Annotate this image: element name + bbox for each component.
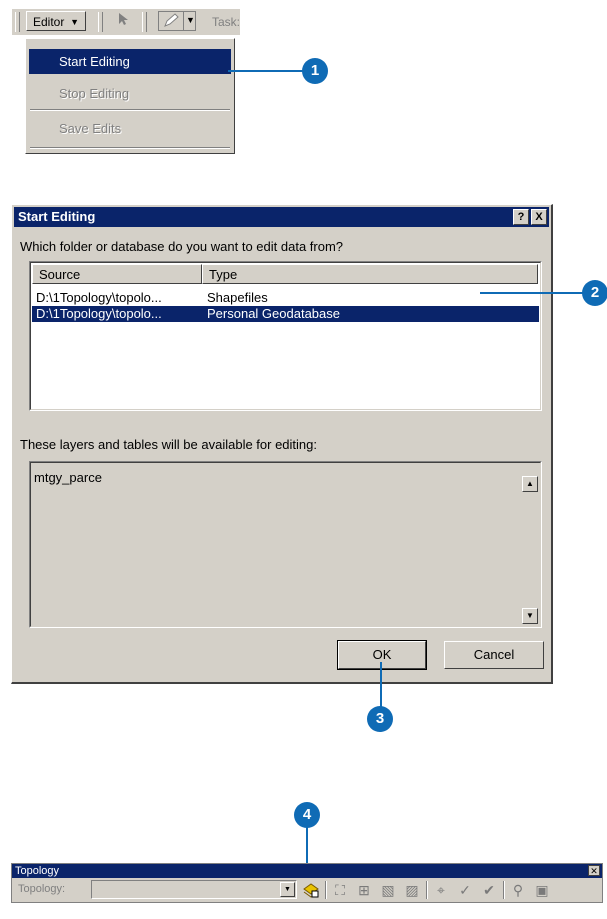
source-list[interactable]: Source Type D:\1Topology\topolo... Shape… [29,261,542,411]
topology-toolbar: Topology ✕ Topology: ▼ ⛶ ⊞ ▧ ▨ ⌖ ✓ ✔ ⚲ ▣ [11,863,603,903]
row-type: Personal Geodatabase [207,306,340,321]
editor-toolbar: Editor ▼ ▼ Task: [12,9,240,35]
close-icon[interactable]: ✕ [588,865,600,876]
column-header-source[interactable]: Source [32,264,202,284]
cancel-button[interactable]: Cancel [444,641,544,669]
chevron-down-icon[interactable]: ▼ [280,882,295,897]
callout-badge-4: 4 [294,802,320,828]
menu-item-stop-editing[interactable]: Stop Editing [29,81,231,106]
topology-tool-icon[interactable]: ⚲ [508,881,528,899]
dialog-title-bar: Start Editing ? X [14,207,549,227]
error-inspector-icon[interactable]: ✓ [455,881,475,899]
chevron-down-icon[interactable]: ▼ [186,15,195,25]
column-header-type[interactable]: Type [202,264,538,284]
callout-leader-line [480,292,585,294]
layers-list[interactable]: mtgy_parce ▲ ▼ [29,461,542,628]
list-row[interactable]: D:\1Topology\topolo... Shapefiles [32,290,539,306]
scroll-down-button[interactable]: ▼ [522,608,538,624]
close-button[interactable]: X [531,209,547,225]
pencil-icon [162,13,180,32]
fix-topology-error-icon[interactable]: ⌖ [431,881,451,899]
menu-separator [30,109,230,111]
menu-item-save-edits[interactable]: Save Edits [29,116,231,141]
start-editing-dialog: Start Editing ? X Which folder or databa… [11,204,553,684]
show-shared-features-icon[interactable]: ⊞ [354,881,374,899]
editor-menu-button[interactable]: Editor ▼ [26,11,86,31]
layers-prompt: These layers and tables will be availabl… [20,437,318,452]
callout-badge-3: 3 [367,706,393,732]
row-source: D:\1Topology\topolo... [36,306,162,321]
error-inspector-window-icon[interactable]: ▣ [532,881,552,899]
menu-item-start-editing[interactable]: Start Editing [29,49,231,74]
layer-item: mtgy_parce [34,470,102,485]
task-label: Task: [212,15,241,29]
editor-menu-label: Editor [33,15,65,29]
editor-dropdown-menu: Start Editing Stop Editing Save Edits [25,38,235,154]
callout-leader-line [380,662,382,708]
toolbar-grip[interactable] [15,12,20,32]
source-prompt: Which folder or database do you want to … [20,239,344,254]
ok-button[interactable]: OK [337,640,427,670]
row-type: Shapefiles [207,290,268,305]
edit-tool-arrow-icon[interactable] [112,12,134,32]
validate-topology-in-extent-icon[interactable]: ▨ [402,881,422,899]
topology-edit-tool-icon[interactable]: ⛶ [330,881,350,899]
toolbar-separator [503,881,505,899]
toolbar-separator [98,12,103,32]
topology-toolbar-title: Topology [15,865,60,877]
validate-icon[interactable]: ✔ [479,881,499,899]
toolbar-separator [142,12,147,32]
help-button[interactable]: ? [513,209,529,225]
list-row-selected[interactable]: D:\1Topology\topolo... Personal Geodatab… [32,306,539,322]
dialog-title: Start Editing [18,209,96,224]
callout-badge-2: 2 [582,280,607,306]
row-source: D:\1Topology\topolo... [36,290,162,305]
scroll-up-button[interactable]: ▲ [522,476,538,492]
topology-label: Topology: [18,883,66,895]
menu-separator [30,147,230,149]
callout-badge-1: 1 [302,58,328,84]
topology-select[interactable]: ▼ [91,880,297,899]
topology-toolbar-title-bar[interactable]: Topology ✕ [12,864,602,878]
validate-topology-in-area-icon[interactable]: ▧ [378,881,398,899]
toolbar-separator [325,881,327,899]
map-topology-icon[interactable] [301,881,321,899]
chevron-down-icon: ▼ [70,17,79,27]
callout-leader-line [228,70,304,72]
toolbar-separator [426,881,428,899]
sketch-tool-button[interactable]: ▼ [158,11,196,31]
